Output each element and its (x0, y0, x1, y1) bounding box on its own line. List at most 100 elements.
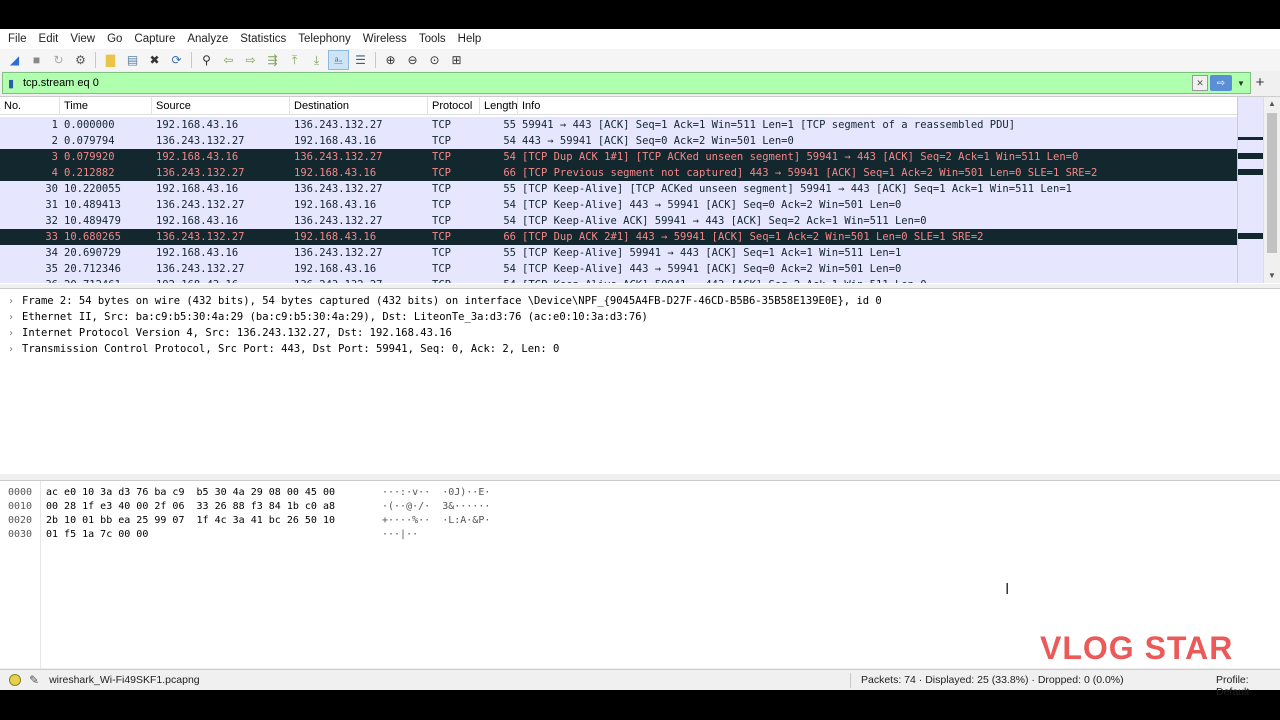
expand-chevron-icon[interactable]: › (0, 312, 22, 323)
expert-info-icon[interactable] (9, 674, 21, 686)
colorize-icon[interactable]: ☰ (350, 50, 371, 70)
packet-row[interactable]: 32 10.489479 192.168.43.16 136.243.132.27 TC… (0, 213, 1237, 229)
packet-source: 192.168.43.16 (156, 215, 239, 227)
byte-hex[interactable]: 01 f5 1a 7c 00 00 (46, 529, 382, 540)
menu-wireless[interactable]: Wireless (357, 33, 413, 45)
autoscroll-icon[interactable]: ⎁ (328, 50, 349, 70)
packet-row[interactable]: 4 0.212882 136.243.132.27 192.168.43.16 TCP 6… (0, 165, 1237, 181)
packet-destination: 136.243.132.27 (294, 183, 383, 195)
scroll-up-icon[interactable]: ▲ (1264, 97, 1280, 111)
expand-chevron-icon[interactable]: › (0, 344, 22, 355)
resize-columns-icon[interactable]: ⊞ (446, 50, 467, 70)
byte-ascii[interactable]: +····%·· ·L:A·&P· (382, 515, 490, 526)
bytes-gutter (40, 481, 41, 669)
packet-time: 10.680265 (64, 231, 121, 243)
column-time[interactable]: Time (60, 96, 152, 115)
scroll-down-icon[interactable]: ▼ (1264, 269, 1280, 283)
packet-time: 20.712346 (64, 263, 121, 275)
packet-info: [TCP Keep-Alive] [TCP ACKed unseen segme… (522, 183, 1072, 195)
first-packet-icon[interactable]: ⤒ (284, 50, 305, 70)
menu-capture[interactable]: Capture (128, 33, 181, 45)
capture-comment-icon[interactable]: ✎ (29, 673, 39, 687)
column-destination[interactable]: Destination (290, 96, 428, 115)
packet-protocol: TCP (428, 279, 480, 283)
packet-time: 10.489479 (64, 215, 121, 227)
menu-analyze[interactable]: Analyze (181, 33, 234, 45)
menu-statistics[interactable]: Statistics (234, 33, 292, 45)
apply-filter-icon[interactable]: ⇨ (1210, 75, 1232, 91)
menu-telephony[interactable]: Telephony (292, 33, 356, 45)
go-to-packet-icon[interactable]: ⇶ (262, 50, 283, 70)
filter-bookmark-icon[interactable]: ▮ (3, 74, 19, 92)
packet-row[interactable]: 33 10.680265 136.243.132.27 192.168.43.16 TC… (0, 229, 1237, 245)
reload-file-icon[interactable]: ⟳ (166, 50, 187, 70)
start-capture-icon[interactable]: ◢ (4, 50, 25, 70)
packet-row[interactable]: 34 20.690729 192.168.43.16 136.243.132.27 TC… (0, 245, 1237, 261)
stop-capture-icon[interactable]: ■ (26, 50, 47, 70)
profile-label[interactable]: Profile: Default (1216, 674, 1280, 698)
expand-chevron-icon[interactable]: › (0, 296, 22, 307)
menu-help[interactable]: Help (452, 33, 488, 45)
byte-hex[interactable]: ac e0 10 3a d3 76 ba c9 b5 30 4a 29 08 0… (46, 487, 382, 498)
packet-minimap[interactable] (1237, 97, 1264, 283)
zoom-in-icon[interactable]: ⊕ (380, 50, 401, 70)
packet-no: 2 (51, 135, 58, 147)
add-filter-button-icon[interactable]: + (1252, 74, 1268, 92)
packet-source: 192.168.43.16 (156, 151, 239, 163)
last-packet-icon[interactable]: ⤓ (306, 50, 327, 70)
menu-edit[interactable]: Edit (33, 33, 65, 45)
menu-view[interactable]: View (64, 33, 101, 45)
expand-chevron-icon[interactable]: › (0, 328, 22, 339)
packet-row[interactable]: 3620.712461192.168.43.16136.243.132.27TC… (0, 277, 1237, 283)
column-source[interactable]: Source (152, 96, 290, 115)
watermark-logo: VLOG STAR (1040, 630, 1234, 666)
detail-tree-item[interactable]: › Ethernet II, Src: ba:c9:b5:30:4a:29 (ba… (0, 309, 1280, 325)
byte-ascii[interactable]: ···|·· (382, 529, 418, 540)
clear-filter-icon[interactable]: ✕ (1192, 75, 1208, 91)
byte-ascii[interactable]: ···:·v·· ·0J)··E· (382, 487, 490, 498)
byte-hex[interactable]: 2b 10 01 bb ea 25 99 07 1f 4c 3a 41 bc 2… (46, 515, 382, 526)
minimap-marker (1238, 233, 1264, 239)
packet-protocol: TCP (432, 151, 451, 163)
close-file-icon[interactable]: ✖ (144, 50, 165, 70)
packet-row[interactable]: 2 0.079794 136.243.132.27 192.168.43.16 TCP 5… (0, 133, 1237, 149)
display-filter-input[interactable] (19, 77, 1192, 89)
column-protocol[interactable]: Protocol (428, 96, 480, 115)
column-no[interactable]: No. (0, 96, 60, 115)
detail-tree-item[interactable]: › Transmission Control Protocol, Src Port… (0, 341, 1280, 357)
detail-tree-item[interactable]: › Frame 2: 54 bytes on wire (432 bits), 5… (0, 293, 1280, 309)
packet-no: 31 (45, 199, 58, 211)
scrollbar-thumb[interactable] (1267, 113, 1277, 253)
toolbar-separator (95, 52, 96, 68)
packet-info: [TCP Previous segment not captured] 443 … (522, 167, 1098, 179)
column-length[interactable]: Length (480, 96, 518, 115)
menu-tools[interactable]: Tools (413, 33, 452, 45)
packet-row[interactable]: 35 20.712346 136.243.132.27 192.168.43.16 TC… (0, 261, 1237, 277)
packet-row[interactable]: 3 0.079920 192.168.43.16 136.243.132.27 TCP 5… (0, 149, 1237, 165)
packet-length: 54 (480, 279, 518, 283)
packet-row[interactable]: 31 10.489413 136.243.132.27 192.168.43.16 TC… (0, 197, 1237, 213)
capture-options-icon[interactable]: ⚙ (70, 50, 91, 70)
find-packet-icon[interactable]: ⚲ (196, 50, 217, 70)
column-info[interactable]: Info (518, 97, 1237, 115)
go-forward-icon[interactable]: ⇨ (240, 50, 261, 70)
zoom-out-icon[interactable]: ⊖ (402, 50, 423, 70)
packet-list-scrollbar[interactable]: ▲ ▼ (1263, 97, 1280, 283)
open-file-icon[interactable]: ▇ (100, 50, 121, 70)
packet-source: 192.168.43.16 (152, 279, 290, 283)
packet-row[interactable]: 1 0.000000 192.168.43.16 136.243.132.27 TCP 5… (0, 117, 1237, 133)
byte-ascii[interactable]: ·(··@·/· 3&······ (382, 501, 490, 512)
packet-destination: 136.243.132.27 (294, 151, 383, 163)
menu-file[interactable]: File (2, 33, 33, 45)
zoom-reset-icon[interactable]: ⊙ (424, 50, 445, 70)
packet-source: 136.243.132.27 (156, 167, 245, 179)
byte-hex[interactable]: 00 28 1f e3 40 00 2f 06 33 26 88 f3 84 1… (46, 501, 382, 512)
restart-capture-icon[interactable]: ↻ (48, 50, 69, 70)
detail-tree-item[interactable]: › Internet Protocol Version 4, Src: 136.2… (0, 325, 1280, 341)
filter-history-chevron-icon[interactable]: ▼ (1234, 75, 1248, 91)
status-bar: ✎ wireshark_Wi-Fi49SKF1.pcapng Packets: … (0, 669, 1280, 698)
packet-row[interactable]: 30 10.220055 192.168.43.16 136.243.132.27 TC… (0, 181, 1237, 197)
go-back-icon[interactable]: ⇦ (218, 50, 239, 70)
save-file-icon[interactable]: ▤ (122, 50, 143, 70)
menu-go[interactable]: Go (101, 33, 128, 45)
